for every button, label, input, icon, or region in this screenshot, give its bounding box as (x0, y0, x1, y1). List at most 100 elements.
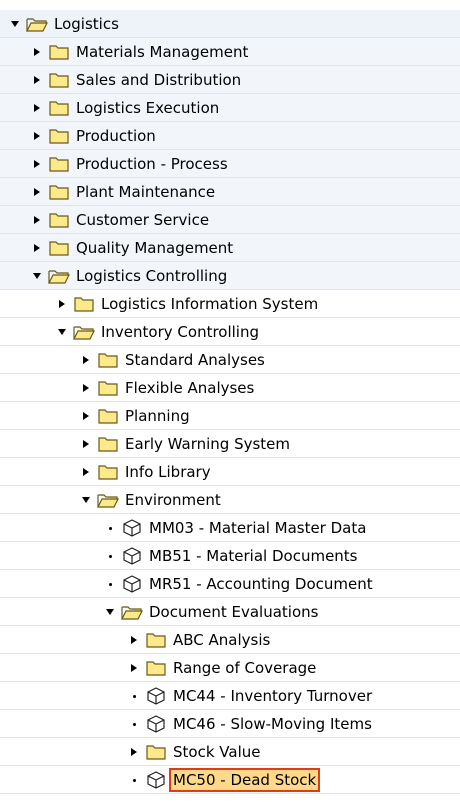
tree-node-label: Production (76, 127, 156, 145)
folder-icon (48, 127, 70, 145)
tree-node-label: Production - Process (76, 155, 228, 173)
transaction-cube-icon (121, 575, 143, 593)
expand-arrow-icon[interactable] (79, 381, 93, 395)
tree-node-label: Logistics Execution (76, 99, 220, 117)
tree-node[interactable]: Sales and Distribution (0, 66, 460, 94)
bullet-icon (103, 521, 117, 535)
collapse-arrow-icon[interactable] (8, 17, 22, 31)
expand-arrow-icon[interactable] (30, 129, 44, 143)
expand-arrow-icon[interactable] (30, 213, 44, 227)
folder-icon (73, 295, 95, 313)
tree-node[interactable]: Materials Management (0, 38, 460, 66)
tree-node[interactable]: Info Library (0, 458, 460, 486)
tree-node[interactable]: Logistics (0, 10, 460, 38)
folder-open-icon (48, 267, 70, 285)
tree-node-label: Materials Management (76, 43, 249, 61)
navigation-tree: Logistics Materials Management Sales and D… (0, 0, 460, 809)
expand-arrow-icon[interactable] (79, 437, 93, 451)
tree-node-label: Stock Value (173, 743, 261, 761)
tree-node[interactable]: MB51 - Material Documents (0, 542, 460, 570)
folder-icon (48, 239, 70, 257)
bullet-icon (127, 689, 141, 703)
tree-node[interactable]: Customer Service (0, 206, 460, 234)
tree-node-label: MM03 - Material Master Data (149, 519, 367, 537)
tree-node[interactable]: Plant Maintenance (0, 178, 460, 206)
tree-node[interactable]: Logistics Execution (0, 94, 460, 122)
folder-icon (97, 351, 119, 369)
tree-node-label: Customer Service (76, 211, 210, 229)
folder-icon (145, 659, 167, 677)
tree-node-label: Plant Maintenance (76, 183, 216, 201)
tree-node[interactable]: Planning (0, 402, 460, 430)
tree-node[interactable]: Environment (0, 486, 460, 514)
tree-node-label: ABC Analysis (173, 631, 271, 649)
tree-node[interactable]: MR51 - Accounting Document (0, 570, 460, 598)
tree-node-label: Flexible Analyses (125, 379, 255, 397)
expand-arrow-icon[interactable] (127, 633, 141, 647)
collapse-arrow-icon[interactable] (30, 269, 44, 283)
folder-icon (145, 631, 167, 649)
tree-node[interactable]: Range of Coverage (0, 654, 460, 682)
tree-node[interactable]: Document Evaluations (0, 598, 460, 626)
tree-node-label: MC46 - Slow-Moving Items (173, 715, 372, 733)
tree-node-label: Early Warning System (125, 435, 291, 453)
folder-open-icon (121, 603, 143, 621)
expand-arrow-icon[interactable] (30, 45, 44, 59)
transaction-cube-icon (145, 687, 167, 705)
tree-node-label: MR51 - Accounting Document (149, 575, 373, 593)
bullet-icon (127, 773, 141, 787)
tree-node[interactable]: Standard Analyses (0, 346, 460, 374)
expand-arrow-icon[interactable] (30, 185, 44, 199)
transaction-cube-icon (145, 771, 167, 789)
expand-arrow-icon[interactable] (30, 73, 44, 87)
transaction-cube-icon (145, 715, 167, 733)
tree-node[interactable]: Logistics Information System (0, 290, 460, 318)
folder-icon (48, 183, 70, 201)
tree-node[interactable]: MC46 - Slow-Moving Items (0, 710, 460, 738)
tree-node[interactable]: Quality Management (0, 234, 460, 262)
expand-arrow-icon[interactable] (79, 353, 93, 367)
tree-node-label: Range of Coverage (173, 659, 317, 677)
tree-node[interactable]: Logistics Controlling (0, 262, 460, 290)
folder-icon (48, 71, 70, 89)
expand-arrow-icon[interactable] (127, 745, 141, 759)
tree-node[interactable]: MC50 - Dead Stock (0, 766, 460, 794)
tree-node-label: Info Library (125, 463, 211, 481)
folder-icon (48, 211, 70, 229)
collapse-arrow-icon[interactable] (55, 325, 69, 339)
expand-arrow-icon[interactable] (30, 157, 44, 171)
tree-node[interactable]: Early Warning System (0, 430, 460, 458)
tree-node[interactable]: Production (0, 122, 460, 150)
expand-arrow-icon[interactable] (30, 241, 44, 255)
tree-node-label: Logistics Controlling (76, 267, 228, 285)
tree-node-label: MC50 - Dead Stock (168, 768, 321, 792)
tree-node[interactable]: MM03 - Material Master Data (0, 514, 460, 542)
tree-node[interactable]: Flexible Analyses (0, 374, 460, 402)
collapse-arrow-icon[interactable] (103, 605, 117, 619)
bullet-icon (127, 717, 141, 731)
expand-arrow-icon[interactable] (55, 297, 69, 311)
tree-node[interactable]: MC44 - Inventory Turnover (0, 682, 460, 710)
tree-node[interactable]: Inventory Controlling (0, 318, 460, 346)
tree-node-label: Document Evaluations (149, 603, 319, 621)
tree-node-label: Planning (125, 407, 190, 425)
tree-node[interactable]: Production - Process (0, 150, 460, 178)
folder-icon (48, 43, 70, 61)
folder-open-icon (73, 323, 95, 341)
transaction-cube-icon (121, 519, 143, 537)
expand-arrow-icon[interactable] (127, 661, 141, 675)
tree-node-label: Standard Analyses (125, 351, 265, 369)
folder-icon (145, 743, 167, 761)
tree-node-label: MC44 - Inventory Turnover (173, 687, 373, 705)
expand-arrow-icon[interactable] (30, 101, 44, 115)
expand-arrow-icon[interactable] (79, 409, 93, 423)
collapse-arrow-icon[interactable] (79, 493, 93, 507)
tree-node-label: Quality Management (76, 239, 234, 257)
folder-icon (97, 407, 119, 425)
bullet-icon (103, 549, 117, 563)
folder-icon (97, 463, 119, 481)
bullet-icon (103, 577, 117, 591)
tree-node[interactable]: Stock Value (0, 738, 460, 766)
expand-arrow-icon[interactable] (79, 465, 93, 479)
tree-node[interactable]: ABC Analysis (0, 626, 460, 654)
